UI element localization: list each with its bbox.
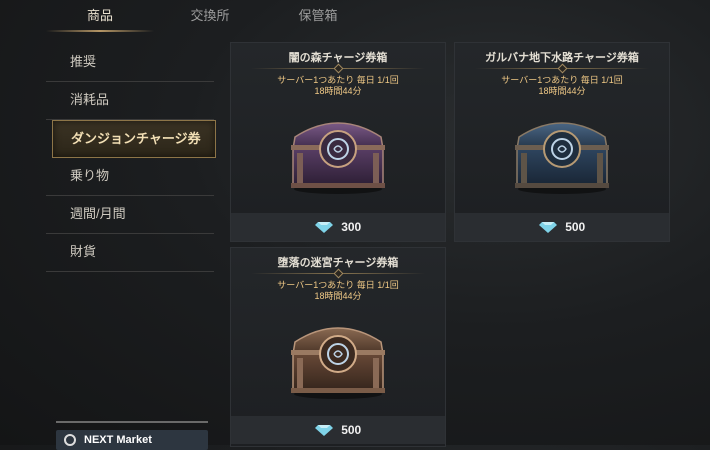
next-market-button[interactable]: NEXT Market — [56, 430, 208, 450]
top-tab-bar: 商品 交換所 保管箱 — [0, 0, 710, 34]
price-area[interactable]: 300 — [231, 213, 445, 241]
price-value: 300 — [341, 220, 362, 234]
purchase-limit-info: サーバー1つあたり 毎日 1/1回 18時間44分 — [231, 280, 445, 302]
chest-icon — [515, 122, 609, 194]
sidebar-item-consumables[interactable]: 消耗品 — [46, 82, 214, 120]
divider-ornament-icon — [333, 268, 344, 279]
purchase-limit-info: サーバー1つあたり 毎日 1/1回 18時間44分 — [231, 75, 445, 97]
product-card[interactable]: 闇の森チャージ券箱 サーバー1つあたり 毎日 1/1回 18時間44分 300 — [230, 42, 446, 242]
price-area[interactable]: 500 — [455, 213, 669, 241]
sidebar-item-currency[interactable]: 財貨 — [46, 234, 214, 272]
reset-timer-text: 18時間44分 — [314, 291, 362, 301]
diamond-currency-icon — [538, 222, 557, 233]
tab-storage[interactable]: 保管箱 — [264, 0, 372, 32]
category-sidebar: 推奨 消耗品 ダンジョンチャージ券 乗り物 週間/月間 財貨 — [46, 44, 216, 272]
sidebar-item-weekly-monthly[interactable]: 週間/月間 — [46, 196, 214, 234]
product-card[interactable]: 堕落の迷宮チャージ券箱 サーバー1つあたり 毎日 1/1回 18時間44分 50… — [230, 247, 446, 447]
chest-icon — [291, 327, 385, 399]
purchase-limit-text: サーバー1つあたり 毎日 1/1回 — [277, 75, 399, 85]
active-tab-indicator — [46, 30, 154, 32]
sidebar-item-recommended[interactable]: 推奨 — [46, 44, 214, 82]
divider-ornament-icon — [557, 63, 568, 74]
sidebar-divider — [56, 421, 208, 423]
price-area[interactable]: 500 — [231, 416, 445, 444]
diamond-currency-icon — [314, 222, 333, 233]
next-market-icon — [64, 434, 76, 446]
price-value: 500 — [565, 220, 586, 234]
chest-icon — [291, 122, 385, 194]
purchase-limit-text: サーバー1つあたり 毎日 1/1回 — [501, 75, 623, 85]
divider-ornament-icon — [333, 63, 344, 74]
reset-timer-text: 18時間44分 — [538, 86, 586, 96]
tab-products[interactable]: 商品 — [46, 0, 154, 32]
reset-timer-text: 18時間44分 — [314, 86, 362, 96]
sidebar-item-dungeon-charge[interactable]: ダンジョンチャージ券 — [52, 120, 216, 158]
purchase-limit-text: サーバー1つあたり 毎日 1/1回 — [277, 280, 399, 290]
sidebar-item-mounts[interactable]: 乗り物 — [46, 158, 214, 196]
product-card[interactable]: ガルバナ地下水路チャージ券箱 サーバー1つあたり 毎日 1/1回 18時間44分… — [454, 42, 670, 242]
diamond-currency-icon — [314, 425, 333, 436]
price-value: 500 — [341, 423, 362, 437]
tab-exchange[interactable]: 交換所 — [156, 0, 264, 32]
next-market-label: NEXT Market — [84, 434, 152, 446]
purchase-limit-info: サーバー1つあたり 毎日 1/1回 18時間44分 — [455, 75, 669, 97]
